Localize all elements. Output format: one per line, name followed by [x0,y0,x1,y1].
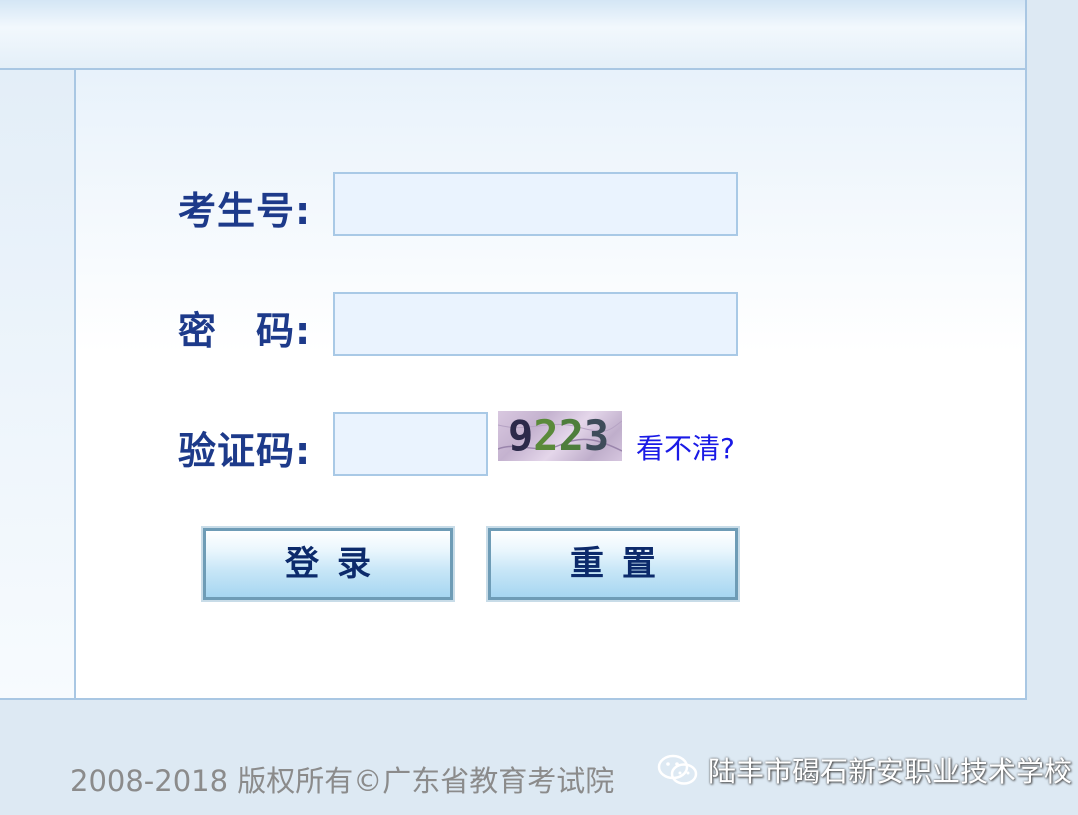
captcha-label: 验证码: [178,429,312,473]
captcha-image[interactable]: 9223 [498,411,622,461]
reset-button[interactable]: 重置 [486,526,740,602]
exam-number-label: 考生号: [178,189,312,233]
password-input[interactable] [333,292,738,356]
captcha-code: 9223 [508,411,609,461]
refresh-captcha-link[interactable]: 看不清? [636,427,735,467]
login-button[interactable]: 登录 [201,526,455,602]
captcha-input[interactable] [333,412,488,476]
captcha-digit-2: 2 [533,411,559,460]
password-label: 密 码: [178,309,312,353]
login-panel [76,70,1025,698]
captcha-digit-1: 9 [508,411,534,460]
wechat-watermark: 陆丰市碣石新安职业技术学校 [656,750,1072,790]
watermark-text: 陆丰市碣石新安职业技术学校 [708,755,1073,788]
header-bar [0,0,1025,70]
wechat-icon [657,754,698,785]
exam-number-input[interactable] [333,172,738,236]
footer-copyright: 2008-2018 版权所有©广东省教育考试院 [70,764,615,798]
captcha-digit-3: 2 [558,411,584,460]
captcha-digit-4: 3 [583,411,610,460]
left-panel [0,70,76,698]
